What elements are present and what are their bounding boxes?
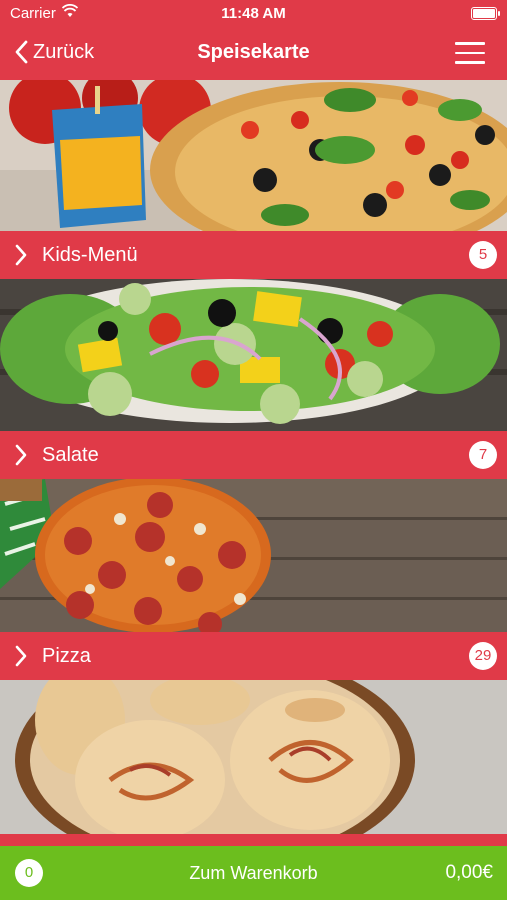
pizza-image[interactable] [0,479,507,632]
rolls-photo [0,680,507,834]
hamburger-menu-icon[interactable] [455,42,485,64]
cart-label: Zum Warenkorb [189,863,318,883]
rolls-image[interactable] [0,680,507,834]
salads-photo [0,279,507,431]
salads-image[interactable] [0,279,507,431]
status-bar: Carrier 11:48 AM [0,0,507,28]
cart-button[interactable]: 0 Zum Warenkorb 0,00€ [0,846,507,900]
item-count-badge: 7 [469,441,497,469]
item-count-badge: 5 [469,241,497,269]
category-row-salads[interactable]: Salate 7 [0,431,507,479]
navigation-bar: Zurück Speisekarte [0,28,507,80]
category-label: Pizza [42,645,91,667]
chevron-right-icon [15,444,27,466]
clock: 11:48 AM [221,5,286,22]
item-count-badge: 29 [469,642,497,670]
category-row-pizza[interactable]: Pizza 29 [0,632,507,680]
category-row-kids-menu[interactable]: Kids-Menü 5 [0,231,507,279]
kids-menu-photo [0,80,507,231]
kids-menu-image[interactable] [0,80,507,231]
battery-icon [471,7,500,20]
cart-total: 0,00€ [445,862,493,883]
pizza-photo [0,479,507,632]
category-label: Salate [42,444,99,466]
category-label: Kids-Menü [42,244,138,266]
page-title: Speisekarte [197,41,310,63]
chevron-right-icon [15,244,27,266]
chevron-right-icon [15,645,27,667]
